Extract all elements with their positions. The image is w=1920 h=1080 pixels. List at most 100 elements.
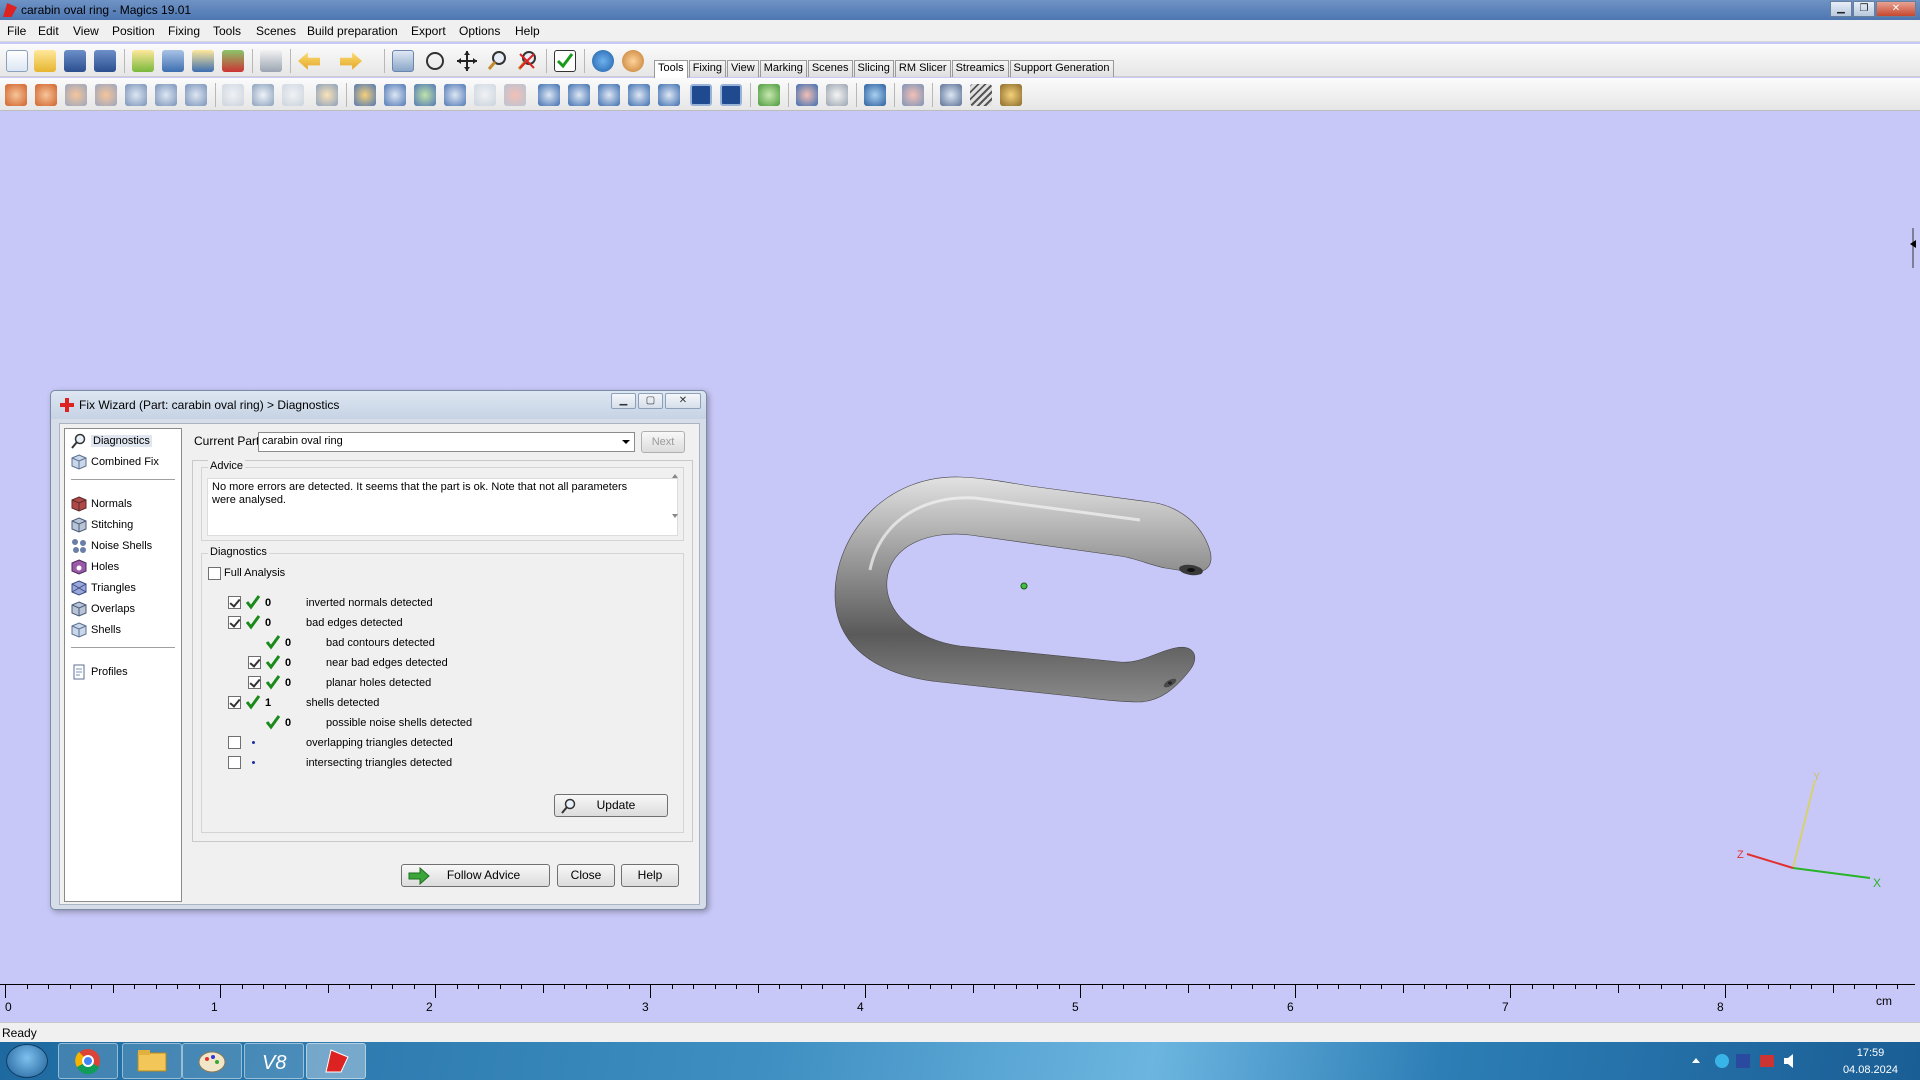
carabin-oval-ring-part[interactable]	[820, 450, 1240, 720]
dialog-minimize-button[interactable]: ▁	[611, 393, 636, 409]
undo-icon[interactable]	[298, 52, 320, 70]
user-icon[interactable]	[622, 50, 644, 72]
translate-tool-icon[interactable]	[5, 84, 27, 106]
menu-export[interactable]: Export	[411, 24, 446, 38]
language-flag-icon[interactable]	[1736, 1054, 1750, 1068]
network-globe-icon[interactable]	[1715, 1054, 1729, 1068]
cut-icon[interactable]	[222, 84, 244, 106]
nav-item-profiles[interactable]: Profiles	[71, 663, 128, 681]
section-icon[interactable]	[568, 84, 590, 106]
update-button[interactable]: Update	[554, 794, 668, 817]
menu-view[interactable]: View	[73, 24, 99, 38]
close-window-button[interactable]: ✕	[1876, 1, 1916, 17]
menu-position[interactable]: Position	[112, 24, 155, 38]
gear-icon[interactable]	[940, 84, 962, 106]
overlapping-triangles-checkbox[interactable]	[228, 736, 241, 749]
text-icon[interactable]	[384, 84, 406, 106]
import-part-icon[interactable]	[132, 50, 154, 72]
tab-marking[interactable]: Marking	[759, 60, 807, 77]
zoom-icon[interactable]	[486, 50, 508, 72]
follow-advice-button[interactable]: Follow Advice	[401, 864, 550, 887]
help-icon[interactable]	[592, 50, 614, 72]
dialog-maximize-button[interactable]: ▢	[638, 393, 663, 409]
menu-file[interactable]: File	[7, 24, 26, 38]
load-part-icon[interactable]	[192, 50, 214, 72]
rotate-tool-icon[interactable]	[65, 84, 87, 106]
unload-part-icon[interactable]	[222, 50, 244, 72]
taskbar-magics[interactable]	[306, 1043, 366, 1079]
close-button[interactable]: Close	[557, 864, 615, 887]
new-file-icon[interactable]	[6, 50, 28, 72]
nav-item-diagnostics[interactable]: Diagnostics	[71, 432, 152, 450]
rescale-icon[interactable]	[155, 84, 177, 106]
rotate-view-icon[interactable]	[426, 52, 444, 70]
collapse-arrow-icon[interactable]	[1908, 228, 1918, 268]
box-icon[interactable]	[690, 84, 712, 106]
align-icon[interactable]	[758, 84, 780, 106]
menu-fixing[interactable]: Fixing	[168, 24, 200, 38]
tab-fixing[interactable]: Fixing	[688, 60, 727, 77]
hatch-icon[interactable]	[970, 84, 992, 106]
tab-support-generation[interactable]: Support Generation	[1009, 60, 1114, 77]
measure-icon[interactable]	[316, 84, 338, 106]
taskbar-paint[interactable]	[182, 1043, 242, 1079]
tab-slicing[interactable]: Slicing	[853, 60, 894, 77]
menu-options[interactable]: Options	[459, 24, 500, 38]
menu-edit[interactable]: Edit	[38, 24, 59, 38]
menu-scenes[interactable]: Scenes	[256, 24, 296, 38]
nav-item-holes[interactable]: Holes	[71, 558, 119, 576]
intersecting-triangles-checkbox[interactable]	[228, 756, 241, 769]
menu-tools[interactable]: Tools	[213, 24, 241, 38]
taskbar-v8[interactable]: V8	[244, 1043, 304, 1079]
save-icon[interactable]	[64, 50, 86, 72]
frame-icon[interactable]	[720, 84, 742, 106]
open-folder-icon[interactable]	[34, 50, 56, 72]
duplicate-icon[interactable]	[185, 84, 207, 106]
inverted-normals-checkbox[interactable]	[228, 596, 241, 609]
rotate-interactive-icon[interactable]	[95, 84, 117, 106]
sinter-box-icon[interactable]	[902, 84, 924, 106]
nav-item-shells[interactable]: Shells	[71, 621, 121, 639]
nav-item-stitching[interactable]: Stitching	[71, 516, 133, 534]
minimize-button[interactable]: ▁	[1830, 1, 1852, 17]
save-as-icon[interactable]	[94, 50, 116, 72]
taskbar-explorer[interactable]	[122, 1043, 182, 1079]
advice-scrollbar[interactable]	[668, 469, 682, 523]
distribute-icon[interactable]	[826, 84, 848, 106]
package-icon[interactable]	[1000, 84, 1022, 106]
extrude-icon[interactable]	[252, 84, 274, 106]
full-analysis-checkbox[interactable]	[208, 567, 221, 580]
perforate-icon[interactable]	[504, 84, 526, 106]
show-hidden-icons-icon[interactable]	[1692, 1058, 1700, 1063]
notification-flag-icon[interactable]	[1760, 1055, 1774, 1067]
label-icon[interactable]	[354, 84, 376, 106]
offset-icon[interactable]	[444, 84, 466, 106]
zoom-extents-icon[interactable]	[516, 50, 538, 72]
near-bad-edges-checkbox[interactable]	[248, 656, 261, 669]
nav-item-noise-shells[interactable]: Noise Shells	[71, 537, 152, 555]
next-button[interactable]: Next	[641, 431, 685, 453]
translate-to-default-icon[interactable]	[35, 84, 57, 106]
print-icon[interactable]	[260, 50, 282, 72]
pan-view-icon[interactable]	[456, 50, 478, 72]
volume-icon[interactable]	[1784, 1054, 1793, 1068]
save-part-icon[interactable]	[162, 50, 184, 72]
taskbar-chrome[interactable]	[58, 1043, 118, 1079]
start-button[interactable]	[6, 1044, 48, 1078]
tab-rm-slicer[interactable]: RM Slicer	[894, 60, 951, 77]
dialog-title-bar[interactable]: Fix Wizard (Part: carabin oval ring) > D…	[51, 391, 706, 419]
mirror-icon[interactable]	[125, 84, 147, 106]
shells-checkbox[interactable]	[228, 696, 241, 709]
nav-item-combined-fix[interactable]: Combined Fix	[71, 453, 159, 471]
maximize-button[interactable]: ❐	[1853, 1, 1875, 17]
nav-item-triangles[interactable]: Triangles	[71, 579, 136, 597]
shell-part-icon[interactable]	[538, 84, 560, 106]
current-part-dropdown[interactable]: carabin oval ring	[258, 432, 635, 452]
dialog-close-button[interactable]: ✕	[665, 393, 701, 409]
tab-view[interactable]: View	[727, 60, 759, 77]
tab-streamics[interactable]: Streamics	[951, 60, 1009, 77]
nav-item-normals[interactable]: Normals	[71, 495, 132, 513]
help-button[interactable]: Help	[621, 864, 679, 887]
fix-check-icon[interactable]	[554, 50, 576, 72]
boolean-icon[interactable]	[414, 84, 436, 106]
